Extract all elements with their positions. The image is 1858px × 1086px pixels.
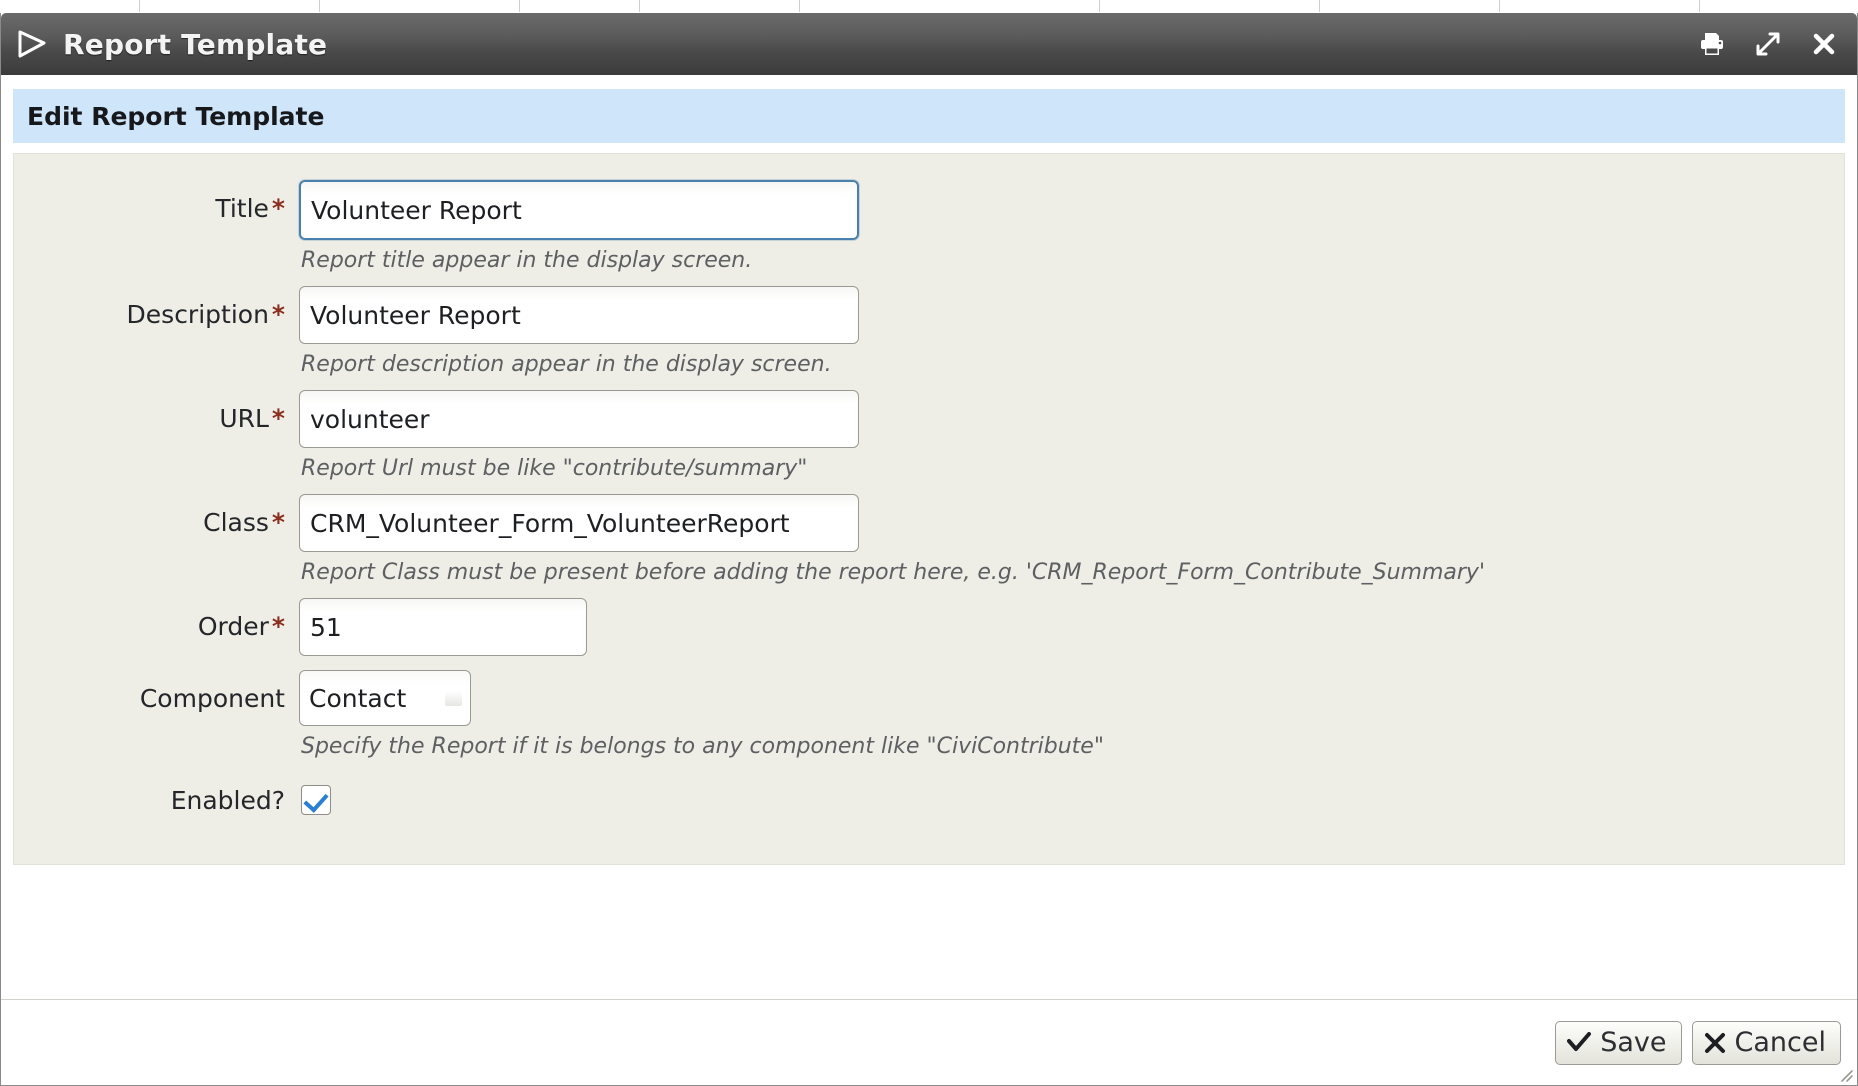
background-table-row [0,0,1858,12]
titlebar-actions [1697,29,1839,59]
dialog-title: Report Template [63,27,328,61]
description-help-text: Report description appear in the display… [301,352,832,377]
required-marker: * [271,508,285,537]
civicrm-triangle-logo-icon [15,27,49,61]
report-template-form: Title* Report title appear in the displa… [13,153,1845,865]
class-field-cell: Report Class must be present before addi… [299,494,1844,588]
form-row-enabled: Enabled? [14,772,1844,830]
required-marker: * [271,404,285,433]
required-marker: * [271,194,285,223]
form-row-title: Title* Report title appear in the displa… [14,180,1844,276]
close-icon[interactable] [1809,29,1839,59]
print-icon[interactable] [1697,29,1727,59]
cancel-button[interactable]: Cancel [1691,1020,1841,1065]
background-cell [640,0,800,12]
class-help-text: Report Class must be present before addi… [301,560,1485,585]
background-cell [520,0,640,12]
form-bottom-spacer [1,865,1857,999]
class-label-cell: Class * [14,494,299,552]
section-header: Edit Report Template [13,89,1845,143]
component-help-text: Specify the Report if it is belongs to a… [301,734,1104,759]
enabled-field-cell [299,772,1844,815]
background-cell [140,0,320,12]
background-cell [320,0,520,12]
required-marker: * [271,300,285,329]
url-label-cell: URL * [14,390,299,448]
background-cell [1320,0,1500,12]
form-row-class: Class* Report Class must be present befo… [14,494,1844,588]
enabled-label-cell: Enabled? [14,772,299,830]
description-label: Description [126,300,269,329]
save-button-label: Save [1600,1027,1667,1058]
order-label-cell: Order * [14,598,299,656]
cancel-button-label: Cancel [1734,1027,1826,1058]
background-cell [1500,0,1700,12]
url-input[interactable] [299,390,859,448]
title-input[interactable] [299,180,859,240]
report-template-dialog: Report Template Edit Report Template Tit… [0,13,1858,1086]
dialog-titlebar[interactable]: Report Template [1,13,1857,75]
url-label: URL [219,404,269,433]
save-button[interactable]: Save [1555,1020,1682,1065]
title-help-text: Report title appear in the display scree… [301,248,753,273]
titlebar-left-group: Report Template [15,27,327,61]
description-label-cell: Description * [14,286,299,344]
x-icon [1704,1032,1726,1054]
class-input[interactable] [299,494,859,552]
order-input[interactable] [299,598,587,656]
checkmark-icon [1567,1031,1592,1054]
url-help-text: Report Url must be like "contribute/summ… [301,456,808,481]
description-field-cell: Report description appear in the display… [299,286,1844,380]
component-label-cell: Component [14,670,299,728]
title-label: Title [215,194,269,223]
title-field-cell: Report title appear in the display scree… [299,180,1844,276]
page-title: Edit Report Template [27,101,325,131]
form-row-order: Order * [14,598,1844,656]
background-cell [1100,0,1320,12]
enabled-checkbox[interactable] [301,785,331,815]
required-marker: * [271,612,285,641]
component-select[interactable]: Contact [299,670,471,726]
background-cell [800,0,1100,12]
enabled-label: Enabled? [170,786,285,815]
component-label: Component [139,684,285,713]
form-row-url: URL* Report Url must be like "contribute… [14,390,1844,484]
resize-grip-icon[interactable] [1837,1066,1853,1082]
background-cell [0,0,140,12]
form-row-description: Description* Report description appear i… [14,286,1844,380]
title-label-cell: Title * [14,180,299,238]
form-row-component: Component Contact Specify the Report if … [14,670,1844,762]
order-label: Order [197,612,269,641]
url-field-cell: Report Url must be like "contribute/summ… [299,390,1844,484]
expand-icon[interactable] [1753,29,1783,59]
component-select-wrap: Contact [299,670,471,726]
component-field-cell: Contact Specify the Report if it is belo… [299,670,1844,762]
description-input[interactable] [299,286,859,344]
class-label: Class [203,508,269,537]
order-field-cell [299,598,1844,656]
dialog-footer: Save Cancel [1,999,1857,1085]
background-page-strip [0,0,1858,14]
